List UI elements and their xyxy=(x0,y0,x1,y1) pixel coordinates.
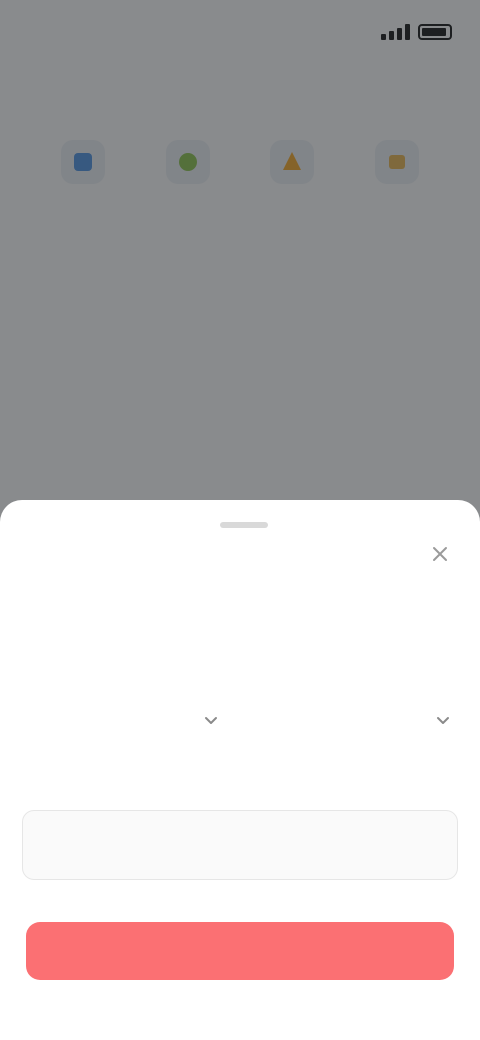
chevron-down-icon xyxy=(200,709,222,731)
sheet-handle[interactable] xyxy=(220,522,268,528)
picker-left[interactable] xyxy=(26,696,222,744)
close-button[interactable] xyxy=(424,538,456,570)
bottom-sheet xyxy=(0,500,480,1040)
picker-row xyxy=(26,696,454,744)
picker-right[interactable] xyxy=(246,696,454,744)
confirm-button[interactable] xyxy=(26,922,454,980)
amount-input[interactable] xyxy=(45,836,435,854)
close-icon xyxy=(433,547,447,561)
chevron-down-icon xyxy=(432,709,454,731)
amount-input-box[interactable] xyxy=(22,810,458,880)
